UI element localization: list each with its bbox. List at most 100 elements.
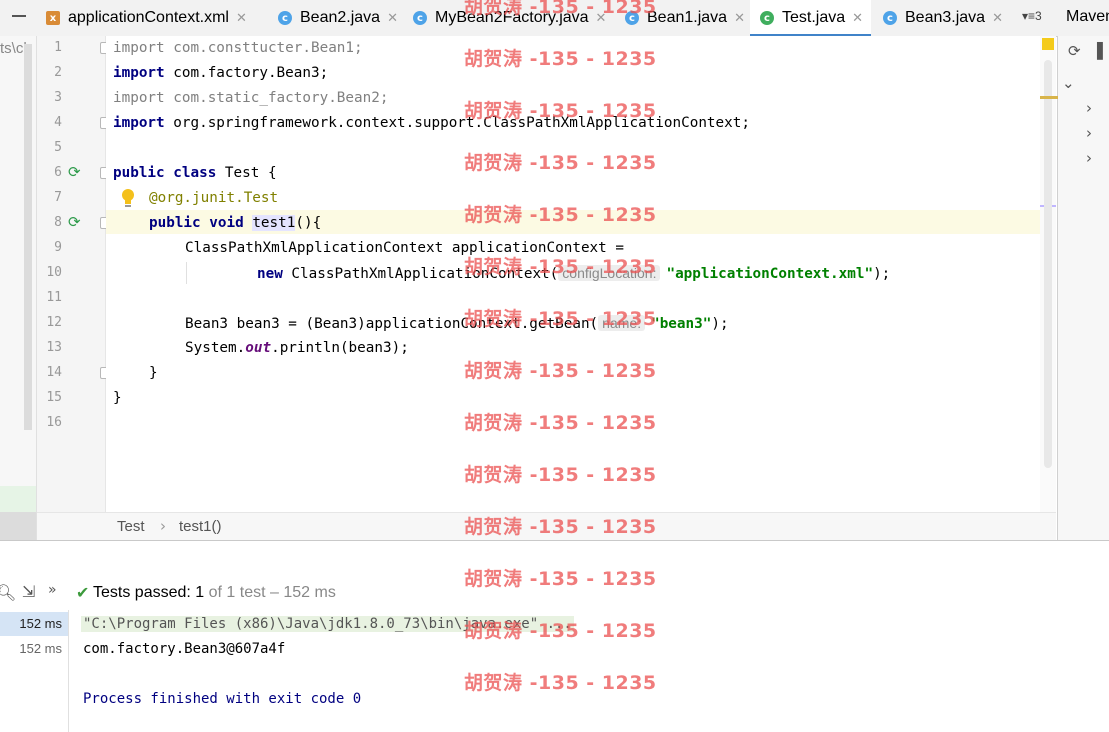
class-icon: c	[278, 11, 292, 25]
test-duration[interactable]: 152 ms	[0, 641, 62, 656]
project-tree-selection	[0, 512, 36, 540]
annotation-name: Test	[243, 190, 279, 206]
tab-overflow-button[interactable]: ▾≡3	[1022, 9, 1042, 23]
tab-bean1-java[interactable]: c Bean1.java ✕	[625, 0, 745, 36]
close-tab-icon[interactable]: ✕	[236, 11, 247, 26]
minimize-panel-icon[interactable]	[12, 15, 26, 17]
line-number: 2	[54, 65, 62, 80]
code-line-9: ClassPathXmlApplicationContext applicati…	[185, 239, 624, 257]
tab-label: Bean3.java	[905, 9, 986, 26]
close-tab-icon[interactable]: ✕	[387, 11, 398, 26]
code-text: System.	[185, 340, 246, 356]
breadcrumb-separator: ›	[160, 517, 166, 535]
tab-label: applicationContext.xml	[68, 9, 229, 26]
keyword: import	[113, 65, 165, 81]
run-test-class-icon[interactable]: ⟳	[68, 163, 81, 181]
breadcrumb-class[interactable]: Test	[117, 518, 145, 535]
chevron-right-icon[interactable]: ›	[1086, 99, 1092, 117]
code-line-12: Bean3 bean3 = (Bean3)applicationContext.…	[185, 314, 729, 333]
string-literal: "applicationContext.xml"	[666, 266, 874, 282]
chevron-down-icon[interactable]: ⌄	[1062, 74, 1075, 92]
close-tab-icon[interactable]: ✕	[852, 11, 863, 26]
project-scrollbar[interactable]	[24, 44, 32, 430]
close-tab-icon[interactable]: ✕	[596, 11, 607, 26]
code-line-15: }	[113, 389, 122, 407]
test-duration[interactable]: 152 ms	[0, 616, 62, 631]
status-prefix: Tests passed:	[93, 584, 196, 601]
code-text: );	[873, 266, 891, 282]
reload-icon[interactable]: ⟳	[1068, 42, 1081, 60]
lightbulb-icon[interactable]	[120, 188, 136, 208]
editor-scrollbar[interactable]	[1044, 60, 1052, 468]
tab-label: Bean1.java	[647, 9, 728, 26]
keyword: public	[113, 165, 165, 181]
code-text: ClassPathXmlApplicationContext(	[282, 266, 559, 282]
run-test-method-icon[interactable]: ⟳	[68, 213, 81, 231]
class-icon: c	[625, 11, 639, 25]
code-line-10: new ClassPathXmlApplicationContext(confi…	[257, 264, 890, 283]
tab-mybean2factory-java[interactable]: c MyBean2Factory.java ✕	[413, 0, 606, 36]
line-number: 8	[54, 215, 62, 230]
more-tools-icon[interactable]: »	[48, 582, 57, 598]
code-line-6: public class Test {	[113, 164, 277, 182]
line-number: 14	[46, 365, 62, 380]
maven-panel	[1057, 36, 1109, 541]
indent-guide	[186, 262, 187, 284]
line-number: 9	[54, 240, 62, 255]
string-literal: "bean3"	[651, 316, 712, 332]
code-text: }	[113, 390, 122, 406]
line-number: 11	[46, 290, 62, 305]
code-text: com.consttucter.Bean1;	[164, 40, 363, 56]
project-tree-highlight	[0, 486, 36, 512]
tab-label: MyBean2Factory.java	[435, 9, 589, 26]
code-text: (){	[295, 215, 322, 231]
search-icon[interactable]: 🔍︎	[0, 583, 16, 602]
code-line-4: import org.springframework.context.suppo…	[113, 114, 750, 132]
close-tab-icon[interactable]: ✕	[734, 11, 745, 26]
code-line-2: import com.factory.Bean3;	[113, 64, 328, 82]
annotation-prefix: @org.junit.	[149, 190, 244, 206]
warning-marker-icon[interactable]	[1042, 38, 1054, 50]
keyword: class	[173, 165, 217, 181]
tab-application-context-xml[interactable]: x applicationContext.xml ✕	[46, 0, 247, 36]
code-text: .println(bean3);	[271, 340, 409, 356]
class-icon: c	[413, 11, 427, 25]
static-field: out	[245, 340, 272, 356]
parameter-hint: name:	[598, 315, 646, 331]
keyword: import	[113, 115, 165, 131]
code-line-13: System.out.println(bean3);	[185, 339, 409, 357]
tests-status: Tests passed: 1 of 1 test – 152 ms	[93, 584, 336, 602]
console-output-line: com.factory.Bean3@607a4f	[83, 641, 286, 657]
keyword: public	[149, 215, 201, 231]
keyword: void	[209, 215, 244, 231]
parameter-hint: configLocation:	[558, 265, 661, 281]
xml-file-icon: x	[46, 11, 60, 25]
maven-panel-title[interactable]: Maven	[1066, 8, 1109, 26]
code-text: com.factory.Bean3;	[164, 65, 329, 81]
chevron-right-icon[interactable]: ›	[1086, 124, 1092, 142]
tab-bean2-java[interactable]: c Bean2.java ✕	[278, 0, 398, 36]
line-number: 5	[54, 140, 62, 155]
line-number: 4	[54, 115, 62, 130]
tab-test-java[interactable]: c Test.java ✕	[750, 0, 872, 37]
add-icon[interactable]: ▌	[1097, 42, 1109, 60]
code-text: org.springframework.context.support.Clas…	[164, 115, 750, 131]
keyword: import	[113, 90, 165, 106]
console-command-line[interactable]: "C:\Program Files (x86)\Java\jdk1.8.0_73…	[81, 616, 574, 632]
tab-bean3-java[interactable]: c Bean3.java ✕	[883, 0, 1003, 36]
code-text: Test {	[216, 165, 277, 181]
collapse-icon[interactable]: ⇲	[22, 582, 35, 601]
breadcrumb-method[interactable]: test1()	[179, 518, 222, 535]
code-line-8: public void test1(){	[149, 214, 321, 232]
keyword: new	[257, 266, 283, 282]
tab-label: Bean2.java	[300, 9, 381, 26]
method-name[interactable]: test1	[252, 215, 296, 231]
close-tab-icon[interactable]: ✕	[992, 11, 1003, 26]
code-line-14: }	[149, 364, 158, 382]
code-line-3: import com.static_factory.Bean2;	[113, 89, 388, 107]
chevron-right-icon[interactable]: ›	[1086, 149, 1092, 167]
line-number: 3	[54, 90, 62, 105]
line-number: 6	[54, 165, 62, 180]
tab-label: Test.java	[782, 9, 846, 26]
code-text: Bean3 bean3 = (Bean3)applicationContext.…	[185, 316, 599, 332]
